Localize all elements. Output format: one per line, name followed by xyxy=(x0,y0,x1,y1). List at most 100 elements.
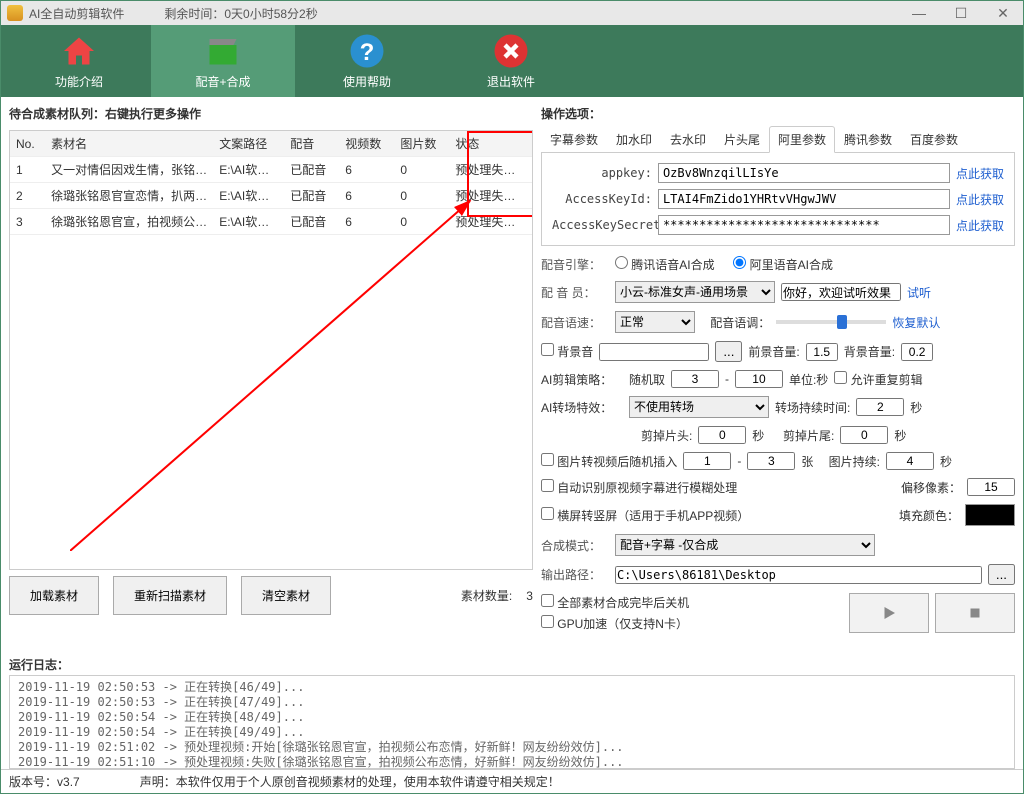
bgm-checkbox[interactable]: 背景音 xyxy=(541,343,593,360)
left-panel: 待合成素材队列：右键执行更多操作 No. 素材名 文案路径 配音 视频数 图片数… xyxy=(9,105,533,646)
window-controls: — ☐ ✕ xyxy=(905,5,1017,22)
speed-select[interactable]: 正常 xyxy=(615,311,695,333)
cell-name: 徐璐张铭恩官宣恋情，扒两… xyxy=(45,183,213,209)
clip-label: AI剪辑策略： xyxy=(541,371,623,388)
tab-0[interactable]: 字幕参数 xyxy=(541,126,607,153)
trans-select[interactable]: 不使用转场 xyxy=(629,396,769,418)
engine-ali[interactable]: 阿里语音AI合成 xyxy=(733,256,833,273)
minimize-button[interactable]: — xyxy=(905,5,933,22)
cell-no: 3 xyxy=(10,209,45,235)
pitch-slider[interactable] xyxy=(776,320,886,324)
toolbar-help[interactable]: ? 使用帮助 xyxy=(295,25,439,97)
fg-vol-input[interactable] xyxy=(806,343,838,361)
blur-px[interactable] xyxy=(967,478,1015,496)
tab-6[interactable]: 百度参数 xyxy=(901,126,967,153)
cell-imgcount: 0 xyxy=(394,183,449,209)
col-imgcount[interactable]: 图片数 xyxy=(394,131,449,157)
gpu-checkbox[interactable]: GPU加速（仅支持N卡） xyxy=(541,615,689,632)
clear-material-button[interactable]: 清空素材 xyxy=(241,576,331,615)
cell-path: E:\AI软… xyxy=(213,183,284,209)
img-a[interactable] xyxy=(683,452,731,470)
trans-dur[interactable] xyxy=(856,398,904,416)
voice-select[interactable]: 小云-标准女声-通用场景 xyxy=(615,281,775,303)
toolbar-exit[interactable]: 退出软件 xyxy=(439,25,583,97)
tab-3[interactable]: 片头尾 xyxy=(715,126,769,153)
log-area[interactable]: 2019-11-19 02:50:53 -> 正在转换[46/49]... 20… xyxy=(9,675,1015,769)
svg-text:?: ? xyxy=(360,39,375,66)
cut-tail[interactable] xyxy=(840,426,888,444)
clapperboard-icon xyxy=(205,33,241,69)
clip-unit: 单位:秒 xyxy=(789,371,828,388)
try-voice-link[interactable]: 试听 xyxy=(907,284,931,301)
img-dur-label: 图片持续: xyxy=(829,453,880,470)
bg-vol-label: 背景音量: xyxy=(844,343,895,360)
table-row[interactable]: 2徐璐张铭恩官宣恋情，扒两…E:\AI软…已配音60预处理失… xyxy=(10,183,532,209)
toolbar-dub[interactable]: 配音+合成 xyxy=(151,25,295,97)
orient-checkbox[interactable]: 横屏转竖屏（适用于手机APP视频） xyxy=(541,507,749,524)
toolbar-intro[interactable]: 功能介绍 xyxy=(7,25,151,97)
cell-vcount: 6 xyxy=(339,157,394,183)
compose-mode-select[interactable]: 配音+字幕 -仅合成 xyxy=(615,534,875,556)
restore-default[interactable]: 恢复默认 xyxy=(892,314,940,331)
keyid-label: AccessKeyId: xyxy=(552,192,652,206)
col-no[interactable]: No. xyxy=(10,131,45,157)
cut-head[interactable] xyxy=(698,426,746,444)
secret-input[interactable] xyxy=(658,215,950,235)
bg-vol-input[interactable] xyxy=(901,343,933,361)
toolbar-intro-label: 功能介绍 xyxy=(55,73,103,90)
cell-name: 又一对情侣因戏生情，张铭… xyxy=(45,157,213,183)
close-button[interactable]: ✕ xyxy=(989,5,1017,22)
appkey-input[interactable] xyxy=(658,163,950,183)
col-status[interactable]: 状态 xyxy=(449,131,532,157)
stop-button[interactable] xyxy=(935,593,1015,633)
app-title: AI全自动剪辑软件 xyxy=(29,5,124,22)
options-title: 操作选项： xyxy=(541,105,1015,122)
material-table[interactable]: No. 素材名 文案路径 配音 视频数 图片数 状态 1又一对情侣因戏生情，张铭… xyxy=(10,131,532,235)
tab-2[interactable]: 去水印 xyxy=(661,126,715,153)
table-row[interactable]: 3徐璐张铭恩官宣，拍视频公…E:\AI软…已配音60预处理失… xyxy=(10,209,532,235)
start-button[interactable] xyxy=(849,593,929,633)
clip-mode: 随机取 xyxy=(629,371,665,388)
maximize-button[interactable]: ☐ xyxy=(947,5,975,22)
material-count: 3 xyxy=(526,589,533,603)
clip-a[interactable] xyxy=(671,370,719,388)
cut-tail-label: 剪掉片尾: xyxy=(783,427,834,444)
engine-tencent[interactable]: 腾讯语音AI合成 xyxy=(615,256,715,273)
engine-label: 配音引擎： xyxy=(541,256,609,273)
pitch-label: 配音语调： xyxy=(710,314,770,331)
bgm-browse[interactable]: ... xyxy=(715,341,742,362)
blur-px-label: 偏移像素： xyxy=(901,479,961,496)
rescan-material-button[interactable]: 重新扫描素材 xyxy=(113,576,227,615)
img-dur[interactable] xyxy=(886,452,934,470)
img-insert-checkbox[interactable]: 图片转视频后随机插入 xyxy=(541,453,677,470)
outpath-input[interactable] xyxy=(615,566,982,584)
col-vcount[interactable]: 视频数 xyxy=(339,131,394,157)
appkey-get-link[interactable]: 点此获取 xyxy=(956,165,1004,182)
load-material-button[interactable]: 加载素材 xyxy=(9,576,99,615)
tab-1[interactable]: 加水印 xyxy=(607,126,661,153)
secret-label: AccessKeySecret: xyxy=(552,218,652,232)
version: v3.7 xyxy=(57,775,80,789)
cell-vcount: 6 xyxy=(339,209,394,235)
fill-color-select[interactable] xyxy=(965,504,1015,526)
table-row[interactable]: 1又一对情侣因戏生情，张铭…E:\AI软…已配音60预处理失… xyxy=(10,157,532,183)
blur-checkbox[interactable]: 自动识别原视频字幕进行模糊处理 xyxy=(541,479,737,496)
allow-repeat-checkbox[interactable]: 允许重复剪辑 xyxy=(834,371,922,388)
keyid-input[interactable] xyxy=(658,189,950,209)
fg-vol-label: 前景音量: xyxy=(748,343,799,360)
col-path[interactable]: 文案路径 xyxy=(213,131,284,157)
tab-5[interactable]: 腾讯参数 xyxy=(835,126,901,153)
secret-get-link[interactable]: 点此获取 xyxy=(956,217,1004,234)
shutdown-checkbox[interactable]: 全部素材合成完毕后关机 xyxy=(541,594,689,611)
img-b[interactable] xyxy=(747,452,795,470)
outpath-browse[interactable]: ... xyxy=(988,564,1015,585)
bgm-path-input[interactable] xyxy=(599,343,709,361)
clip-b[interactable] xyxy=(735,370,783,388)
col-name[interactable]: 素材名 xyxy=(45,131,213,157)
tab-4[interactable]: 阿里参数 xyxy=(769,126,835,153)
cell-status: 预处理失… xyxy=(449,209,532,235)
main-toolbar: 功能介绍 配音+合成 ? 使用帮助 退出软件 xyxy=(1,25,1023,97)
voice-preview-input[interactable] xyxy=(781,283,901,301)
col-dub[interactable]: 配音 xyxy=(284,131,339,157)
keyid-get-link[interactable]: 点此获取 xyxy=(956,191,1004,208)
